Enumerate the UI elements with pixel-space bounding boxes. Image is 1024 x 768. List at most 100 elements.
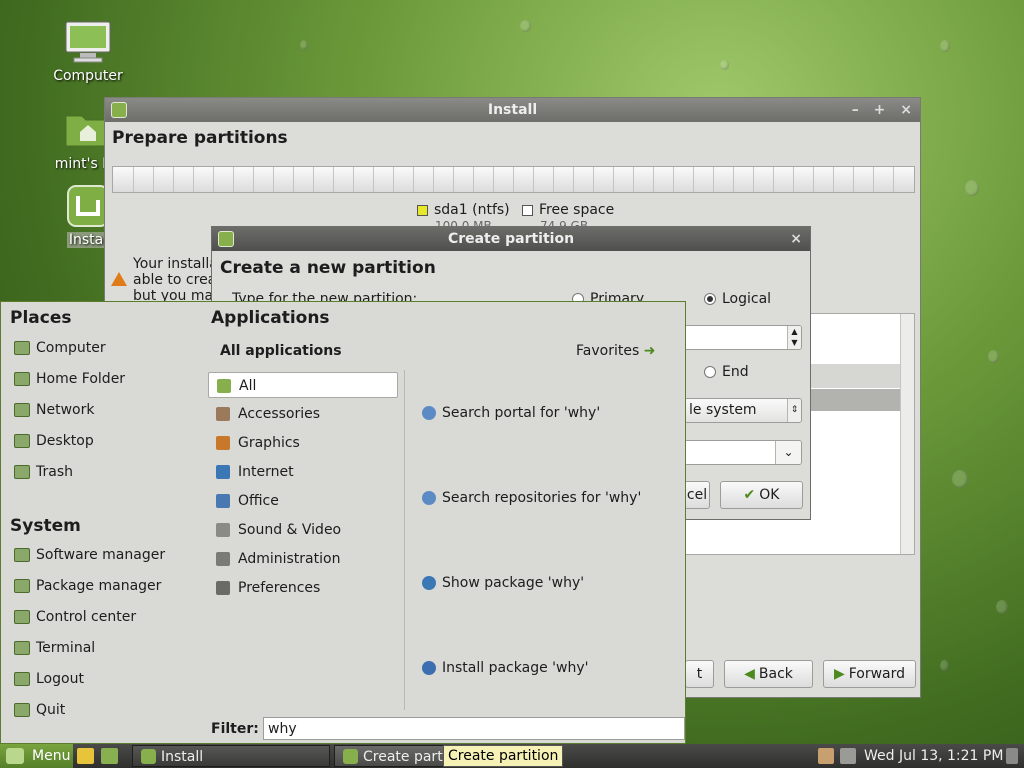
ok-button[interactable]: ✔ OK bbox=[720, 481, 803, 509]
category-preferences[interactable]: Preferences bbox=[208, 575, 398, 601]
partition-bar-divider bbox=[253, 167, 254, 192]
mint-logo-icon bbox=[6, 748, 24, 764]
partition-bar-divider bbox=[153, 167, 154, 192]
button-label: OK bbox=[759, 487, 780, 503]
category-accessories[interactable]: Accessories bbox=[208, 401, 398, 427]
quit-icon bbox=[14, 703, 30, 717]
menu-item-package-manager[interactable]: Package manager bbox=[14, 575, 161, 597]
desktop-icon-label: Instal bbox=[66, 232, 110, 248]
partition-bar-divider bbox=[693, 167, 694, 192]
computer-icon bbox=[14, 341, 30, 355]
show-desktop-edge-icon[interactable] bbox=[1006, 748, 1018, 764]
partition-bar-divider bbox=[473, 167, 474, 192]
category-label: Sound & Video bbox=[238, 522, 342, 538]
partition-bar-divider bbox=[813, 167, 814, 192]
menu-item-network[interactable]: Network bbox=[14, 399, 94, 421]
applications-title: Applications bbox=[211, 308, 330, 328]
spinner-arrows-icon[interactable]: ▲ ▼ bbox=[787, 326, 801, 349]
menu-item-quit[interactable]: Quit bbox=[14, 699, 65, 721]
radio-logical[interactable]: Logical bbox=[704, 291, 771, 307]
category-all[interactable]: All bbox=[208, 372, 398, 398]
control-center-icon bbox=[14, 610, 30, 624]
task-install[interactable]: Install bbox=[132, 745, 330, 767]
terminal-icon bbox=[14, 641, 30, 655]
user-icon[interactable] bbox=[818, 748, 834, 764]
category-office[interactable]: Office bbox=[208, 488, 398, 514]
desktop-icon-label: Computer bbox=[53, 68, 123, 84]
menu-item-terminal[interactable]: Terminal bbox=[14, 637, 95, 659]
cancel-button[interactable]: cel bbox=[684, 481, 710, 509]
partition-bar-divider bbox=[853, 167, 854, 192]
menu-item-logout[interactable]: Logout bbox=[14, 668, 84, 690]
legend-swatch bbox=[417, 204, 428, 216]
category-label: Accessories bbox=[238, 406, 321, 422]
partition-bar-divider bbox=[453, 167, 454, 192]
result-label: Install package 'why' bbox=[442, 660, 589, 676]
back-button[interactable]: ◀ Back bbox=[724, 660, 813, 688]
mount-point-combo[interactable]: ⌄ bbox=[684, 440, 802, 465]
partition-bar-divider bbox=[173, 167, 174, 192]
select-value: le system bbox=[689, 402, 757, 418]
task-create-partition[interactable]: Create parti bbox=[334, 745, 444, 767]
partition-bar-divider bbox=[793, 167, 794, 192]
menu-item-control-center[interactable]: Control center bbox=[14, 606, 136, 628]
quit-button[interactable]: t bbox=[685, 660, 714, 688]
partition-bar-divider bbox=[433, 167, 434, 192]
show-desktop-icon[interactable] bbox=[101, 748, 118, 764]
category-icon bbox=[216, 494, 230, 508]
home-folder-icon bbox=[14, 372, 30, 386]
result-label: Show package 'why' bbox=[442, 575, 585, 591]
dialog-titlebar[interactable]: Create partition × bbox=[212, 227, 810, 251]
menu-item-home-folder[interactable]: Home Folder bbox=[14, 368, 125, 390]
menu-item-label: Desktop bbox=[36, 433, 94, 449]
chevron-down-icon[interactable]: ⌄ bbox=[775, 441, 801, 464]
places-title: Places bbox=[10, 308, 72, 328]
text-editor-icon[interactable] bbox=[77, 748, 94, 764]
category-label: Graphics bbox=[238, 435, 300, 451]
result-item[interactable]: Search repositories for 'why' bbox=[422, 487, 641, 509]
warning-text: Your installa able to crea but you may bbox=[133, 256, 221, 304]
radio-end[interactable]: End bbox=[704, 364, 749, 380]
scrollbar[interactable] bbox=[900, 314, 914, 554]
category-internet[interactable]: Internet bbox=[208, 459, 398, 485]
button-label: Back bbox=[758, 666, 793, 682]
desktop-icon-computer[interactable]: Computer bbox=[40, 20, 136, 84]
category-graphics[interactable]: Graphics bbox=[208, 430, 398, 456]
menu-item-computer[interactable]: Computer bbox=[14, 337, 106, 359]
size-spinner[interactable]: ▲ ▼ bbox=[684, 325, 802, 350]
maximize-icon[interactable]: + bbox=[874, 102, 886, 118]
menu-button[interactable]: Menu bbox=[0, 744, 73, 768]
close-icon[interactable]: × bbox=[900, 102, 912, 118]
category-icon bbox=[216, 523, 230, 537]
use-as-select[interactable]: le system ⇕ bbox=[684, 398, 802, 423]
info-icon bbox=[422, 576, 436, 590]
menu-item-desktop[interactable]: Desktop bbox=[14, 430, 94, 452]
category-list: All Accessories Graphics Internet Office Soun… bbox=[206, 370, 401, 710]
category-label: Office bbox=[238, 493, 279, 509]
filter-input[interactable] bbox=[263, 717, 685, 740]
install-titlebar[interactable]: Install – + × bbox=[105, 98, 920, 122]
clock[interactable]: Wed Jul 13, 1:21 PM bbox=[864, 744, 1003, 768]
search-icon bbox=[422, 406, 436, 420]
close-icon[interactable]: × bbox=[790, 231, 802, 247]
places-panel: Places Computer Home Folder Network Desktop… bbox=[1, 302, 201, 743]
network-icon[interactable] bbox=[840, 748, 856, 764]
arrow-left-icon: ◀ bbox=[744, 666, 755, 682]
menu-item-trash[interactable]: Trash bbox=[14, 461, 73, 483]
category-administration[interactable]: Administration bbox=[208, 546, 398, 572]
partition-bar-divider bbox=[353, 167, 354, 192]
menu-item-software-manager[interactable]: Software manager bbox=[14, 544, 165, 566]
result-item[interactable]: Show package 'why' bbox=[422, 572, 584, 594]
category-sound-video[interactable]: Sound & Video bbox=[208, 517, 398, 543]
favorites-button[interactable]: Favorites ➜ bbox=[576, 343, 655, 359]
result-item[interactable]: Install package 'why' bbox=[422, 657, 588, 679]
menu-item-label: Control center bbox=[36, 609, 137, 625]
forward-button[interactable]: ▶ Forward bbox=[823, 660, 916, 688]
dialog-heading: Create a new partition bbox=[220, 258, 436, 278]
minimize-icon[interactable]: – bbox=[852, 102, 859, 118]
partition-bar bbox=[112, 166, 915, 193]
partition-bar-divider bbox=[553, 167, 554, 192]
menu-label: Menu bbox=[32, 748, 71, 764]
result-item[interactable]: Search portal for 'why' bbox=[422, 402, 600, 424]
page-title: Prepare partitions bbox=[112, 128, 288, 148]
